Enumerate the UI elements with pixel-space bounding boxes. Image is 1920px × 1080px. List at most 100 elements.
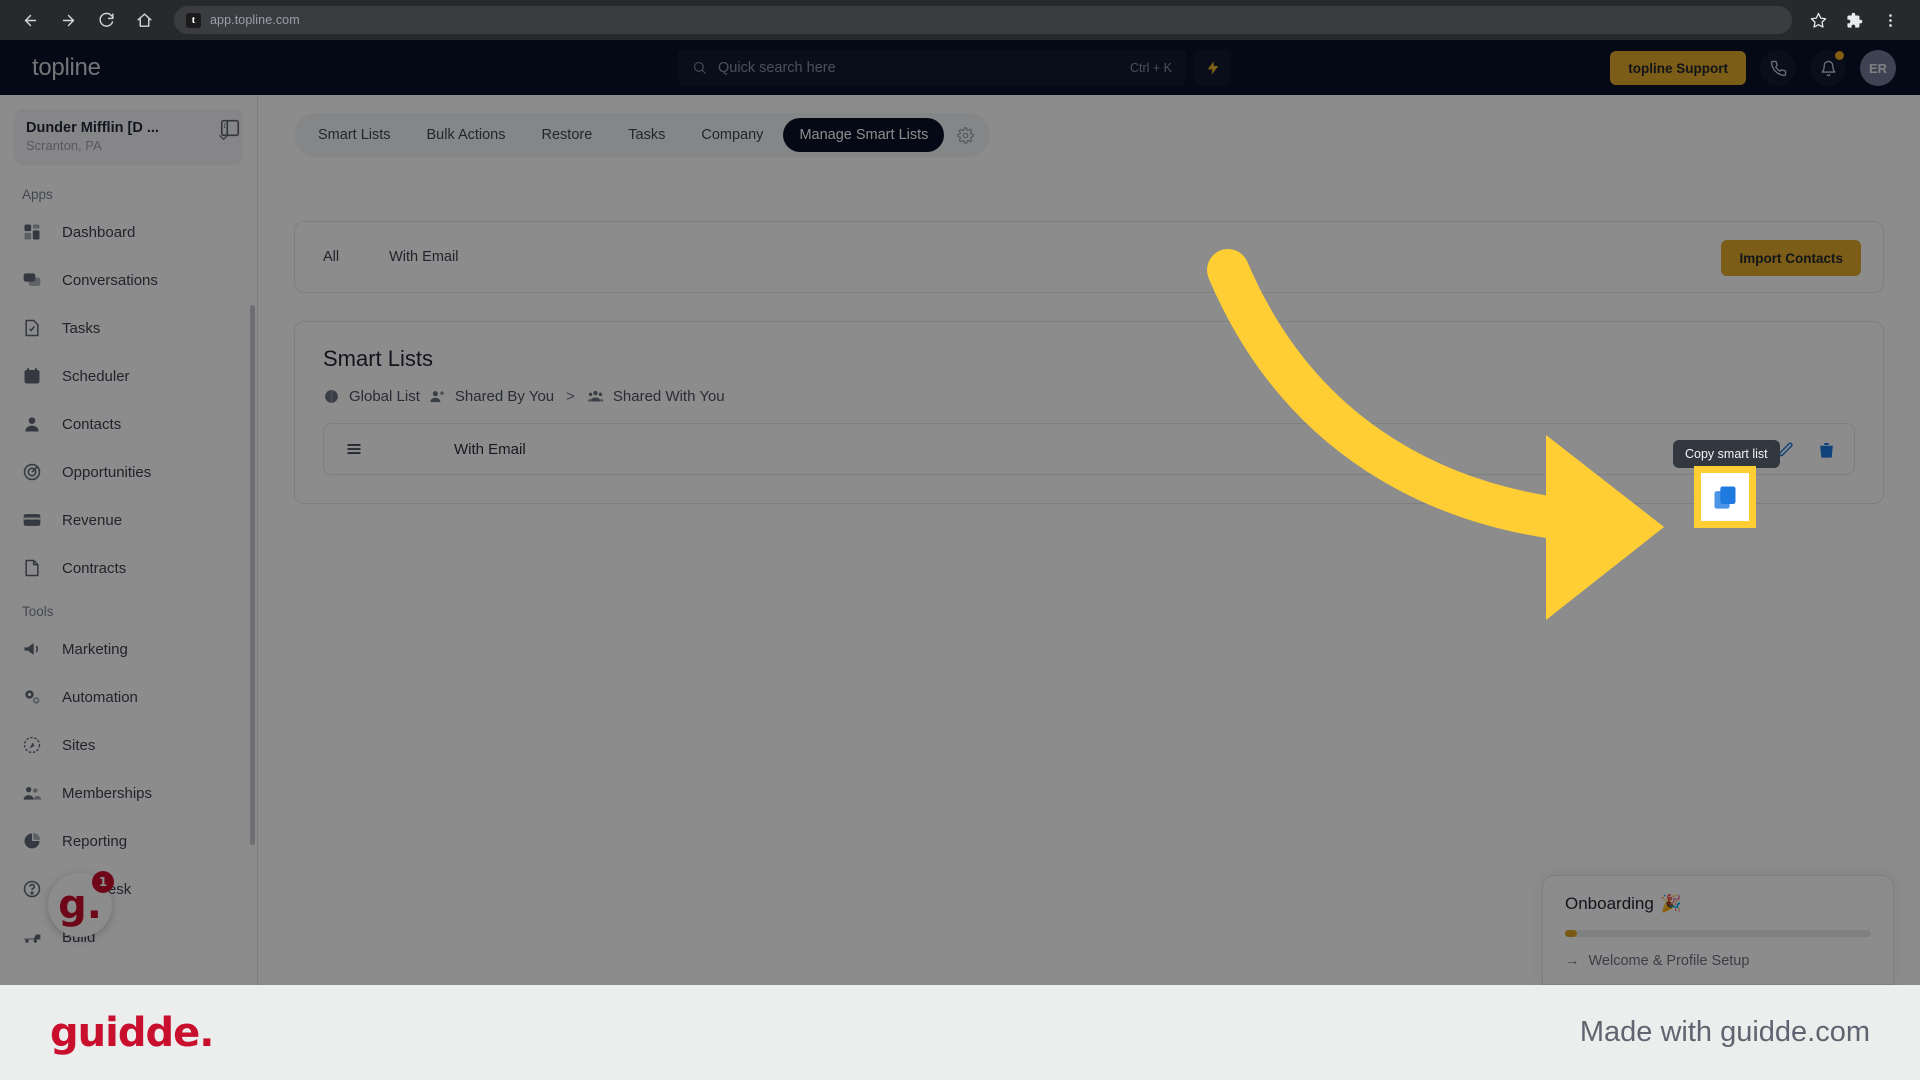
browser-actions bbox=[1802, 4, 1906, 36]
main-content: Smart Lists Bulk Actions Restore Tasks C… bbox=[258, 95, 1920, 985]
globe-small-icon bbox=[325, 390, 338, 403]
sidebar-item-sites[interactable]: Sites bbox=[0, 721, 257, 769]
phone-button[interactable] bbox=[1760, 50, 1796, 86]
sidebar-item-label: Revenue bbox=[62, 511, 123, 529]
dashboard-icon bbox=[22, 222, 42, 242]
onboarding-progress-fill bbox=[1565, 930, 1577, 937]
sidebar-collapse-button[interactable] bbox=[219, 117, 241, 139]
people-icon bbox=[22, 783, 42, 803]
breadcrumb: Global List Shared By You > Shared With … bbox=[323, 388, 1855, 405]
search-icon bbox=[693, 61, 706, 74]
sidebar-item-build[interactable]: Build bbox=[0, 913, 257, 961]
lightning-bolt-icon bbox=[1207, 60, 1218, 75]
copy-icon-highlighted bbox=[1714, 486, 1736, 509]
onboarding-panel[interactable]: Onboarding 🎉 → Welcome & Profile Setup bbox=[1542, 875, 1894, 985]
sidebar-item-revenue[interactable]: Revenue bbox=[0, 496, 257, 544]
address-bar[interactable]: t app.topline.com bbox=[174, 6, 1792, 34]
tab-tasks[interactable]: Tasks bbox=[612, 118, 681, 152]
back-icon[interactable] bbox=[14, 4, 46, 36]
guidde-widget-button[interactable]: g. 1 bbox=[48, 871, 114, 937]
tab-smart-lists[interactable]: Smart Lists bbox=[302, 118, 407, 152]
home-icon[interactable] bbox=[128, 4, 160, 36]
delete-icon bbox=[1820, 442, 1833, 458]
org-switcher[interactable]: Dunder Mifflin [D ... Scranton, PA bbox=[14, 109, 243, 165]
onboarding-progress-bar bbox=[1565, 930, 1871, 937]
sidebar-scrollbar[interactable] bbox=[250, 305, 255, 845]
guidde-footer: guidde. Made with guidde.com bbox=[0, 985, 1920, 1080]
breadcrumb-shared-with-you[interactable]: Shared With You bbox=[613, 388, 725, 405]
forward-icon[interactable] bbox=[52, 4, 84, 36]
user-icon bbox=[22, 414, 42, 434]
task-icon bbox=[22, 318, 42, 338]
sidebar-item-dashboard[interactable]: Dashboard bbox=[0, 208, 257, 256]
sidebar-item-label: Opportunities bbox=[62, 463, 152, 481]
browser-toolbar: t app.topline.com bbox=[0, 0, 1920, 40]
sidebar: Dunder Mifflin [D ... Scranton, PA Apps … bbox=[0, 95, 258, 985]
arrow-right-icon: → bbox=[1565, 953, 1580, 969]
users-icon bbox=[587, 390, 604, 402]
copy-button-highlight[interactable] bbox=[1694, 466, 1756, 528]
made-with-guidde-text: Made with guidde.com bbox=[1579, 1016, 1870, 1048]
sidebar-item-memberships[interactable]: Memberships bbox=[0, 769, 257, 817]
sidebar-item-label: Dashboard bbox=[62, 223, 136, 241]
pie-chart-icon bbox=[22, 831, 42, 851]
list-item-name: With Email bbox=[454, 440, 526, 458]
onboarding-step-label: Welcome & Profile Setup bbox=[1588, 953, 1750, 969]
globe-icon bbox=[22, 735, 42, 755]
sidebar-item-label: Automation bbox=[62, 688, 138, 706]
target-icon bbox=[22, 462, 42, 482]
tab-bar: Smart Lists Bulk Actions Restore Tasks C… bbox=[294, 113, 991, 157]
puzzle-icon[interactable] bbox=[1838, 4, 1870, 36]
sidebar-item-contacts[interactable]: Contacts bbox=[0, 400, 257, 448]
breadcrumb-global-list[interactable]: Global List bbox=[349, 388, 420, 405]
org-name: Dunder Mifflin [D ... bbox=[26, 120, 159, 137]
app-header: topline Quick search here Ctrl + K topli… bbox=[0, 40, 1920, 95]
star-icon[interactable] bbox=[1802, 4, 1834, 36]
chat-icon bbox=[22, 270, 42, 290]
sidebar-item-label: Conversations bbox=[62, 271, 158, 289]
page-title: Smart Lists bbox=[323, 346, 434, 371]
support-button[interactable]: topline Support bbox=[1610, 51, 1746, 85]
guidde-widget-letter: g. bbox=[58, 882, 102, 928]
kebab-menu-icon[interactable] bbox=[1874, 4, 1906, 36]
onboarding-title-text: Onboarding bbox=[1565, 894, 1654, 913]
phone-icon bbox=[1770, 60, 1786, 76]
org-location: Scranton, PA bbox=[26, 137, 102, 153]
search-input[interactable]: Quick search here Ctrl + K bbox=[678, 49, 1186, 86]
tab-manage-smart-lists[interactable]: Manage Smart Lists bbox=[783, 118, 945, 152]
sidebar-item-scheduler[interactable]: Scheduler bbox=[0, 352, 257, 400]
filter-tab-with-email[interactable]: With Email bbox=[389, 249, 458, 265]
tab-bulk-actions[interactable]: Bulk Actions bbox=[411, 118, 522, 152]
table-row[interactable]: With Email bbox=[323, 423, 1855, 475]
sidebar-item-label: Contracts bbox=[62, 559, 127, 577]
import-contacts-button[interactable]: Import Contacts bbox=[1721, 240, 1861, 276]
sidebar-item-help-desk[interactable]: Help Desk bbox=[0, 865, 257, 913]
build-icon bbox=[22, 927, 42, 947]
drag-handle-icon bbox=[347, 444, 361, 454]
notification-badge bbox=[1835, 51, 1844, 60]
tab-restore[interactable]: Restore bbox=[526, 118, 609, 152]
sidebar-section-label-tools: Tools bbox=[22, 604, 54, 619]
tab-settings-gear-icon[interactable] bbox=[948, 118, 982, 152]
url-text: app.topline.com bbox=[210, 13, 300, 27]
sidebar-item-marketing[interactable]: Marketing bbox=[0, 625, 257, 673]
sidebar-item-label: Marketing bbox=[62, 640, 128, 658]
sidebar-item-label: Reporting bbox=[62, 832, 128, 850]
sidebar-item-label: Sites bbox=[62, 736, 96, 754]
onboarding-step[interactable]: → Welcome & Profile Setup bbox=[1565, 953, 1871, 969]
calendar-icon bbox=[22, 366, 42, 386]
reload-icon[interactable] bbox=[90, 4, 122, 36]
sidebar-item-automation[interactable]: Automation bbox=[0, 673, 257, 721]
quick-actions-button[interactable] bbox=[1194, 49, 1231, 86]
sidebar-item-reporting[interactable]: Reporting bbox=[0, 817, 257, 865]
filter-tab-all[interactable]: All bbox=[323, 249, 339, 265]
avatar[interactable]: ER bbox=[1860, 50, 1896, 86]
tab-company[interactable]: Company bbox=[685, 118, 779, 152]
sidebar-item-contracts[interactable]: Contracts bbox=[0, 544, 257, 592]
breadcrumb-shared-by-you[interactable]: Shared By You bbox=[455, 388, 554, 405]
sidebar-item-opportunities[interactable]: Opportunities bbox=[0, 448, 257, 496]
sidebar-item-label: Memberships bbox=[62, 784, 153, 802]
notifications-button[interactable] bbox=[1810, 50, 1846, 86]
sidebar-item-tasks[interactable]: Tasks bbox=[0, 304, 257, 352]
sidebar-item-conversations[interactable]: Conversations bbox=[0, 256, 257, 304]
